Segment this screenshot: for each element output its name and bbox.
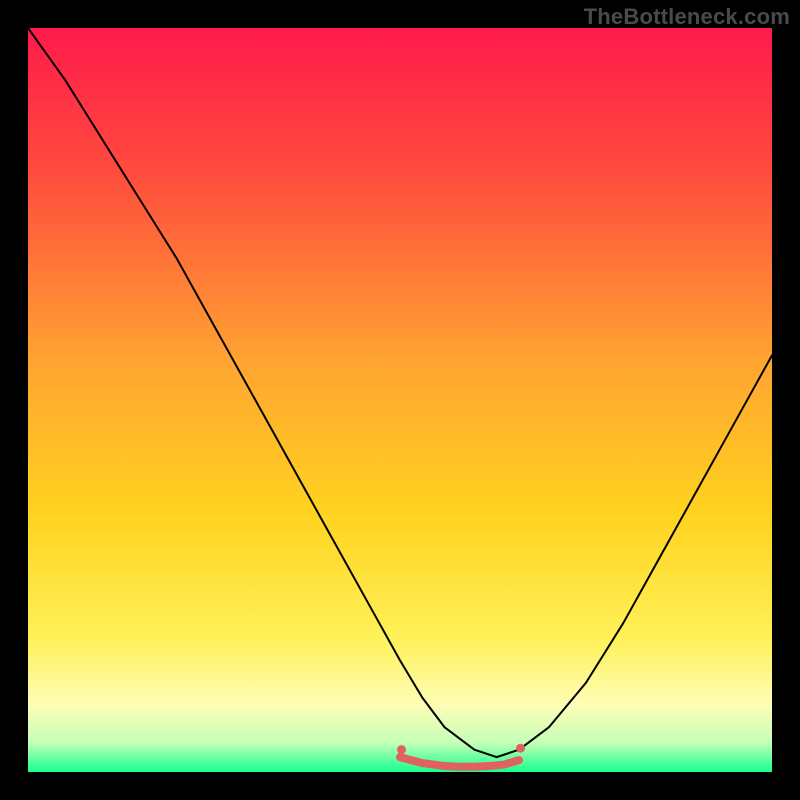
chart-frame: TheBottleneck.com (0, 0, 800, 800)
bottleneck-chart (0, 0, 800, 800)
trough-endcap-left (397, 745, 406, 754)
watermark-text: TheBottleneck.com (584, 4, 790, 30)
trough-endcap-right (516, 744, 525, 753)
